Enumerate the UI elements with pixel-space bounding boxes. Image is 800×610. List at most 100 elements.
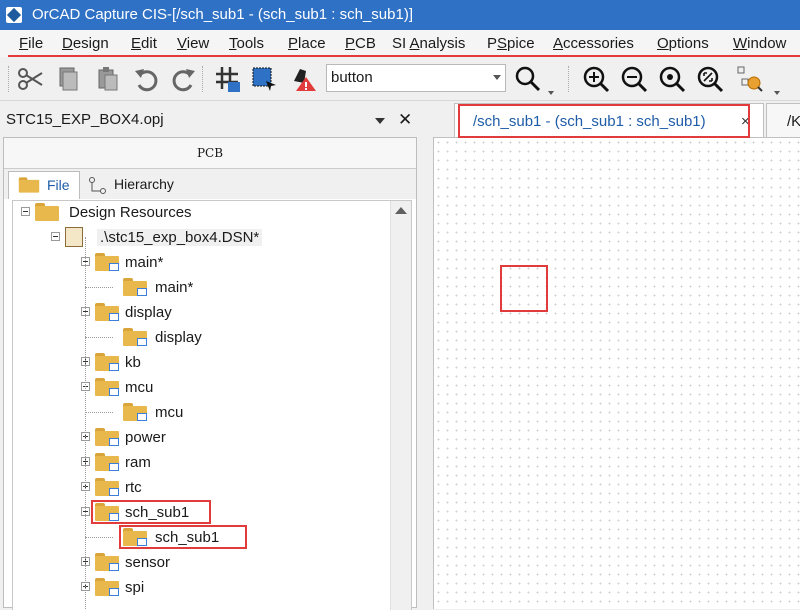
tree-node-label: mcu bbox=[155, 404, 184, 421]
pane-menu-icon[interactable] bbox=[375, 118, 385, 124]
search-icon[interactable] bbox=[512, 64, 544, 94]
area-select-icon[interactable] bbox=[248, 64, 280, 94]
toolbar-separator bbox=[202, 66, 205, 92]
toolbar-grip[interactable] bbox=[568, 66, 571, 92]
folder-icon bbox=[123, 403, 147, 421]
tree-node[interactable]: main* bbox=[13, 251, 389, 273]
chevron-down-icon[interactable] bbox=[548, 91, 554, 95]
folder-icon bbox=[18, 177, 40, 193]
menu-edit[interactable]: Edit bbox=[131, 35, 157, 52]
project-manager-pane: STC15_EXP_BOX4.opj ✕ PCB File Hierarchy … bbox=[0, 101, 420, 610]
schematic-canvas[interactable] bbox=[433, 137, 800, 609]
zoom-in-icon[interactable] bbox=[580, 64, 612, 94]
undo-icon[interactable] bbox=[130, 64, 162, 94]
dropdown-arrow-icon[interactable] bbox=[493, 75, 501, 80]
orcad-app-icon[interactable] bbox=[6, 7, 22, 23]
menu-tools[interactable]: Tools bbox=[229, 35, 264, 52]
redo-icon[interactable] bbox=[168, 64, 200, 94]
menu-view[interactable]: View bbox=[177, 35, 209, 52]
menu-pspice[interactable]: PSpice bbox=[487, 35, 535, 52]
menu-place[interactable]: Place bbox=[288, 35, 326, 52]
tab-file-label: File bbox=[47, 177, 70, 193]
menu-bar-highlight bbox=[8, 55, 800, 57]
zoom-out-icon[interactable] bbox=[618, 64, 650, 94]
tree-node[interactable]: mcu bbox=[13, 401, 389, 423]
tree-node[interactable]: kb bbox=[13, 351, 389, 373]
tab-hierarchy-label: Hierarchy bbox=[114, 176, 174, 192]
folder-icon bbox=[95, 253, 119, 271]
tree-node[interactable]: sensor bbox=[13, 551, 389, 573]
chevron-down-icon[interactable] bbox=[774, 91, 780, 95]
folder-icon bbox=[123, 328, 147, 346]
tree-node[interactable]: ram bbox=[13, 451, 389, 473]
menu-pcb[interactable]: PCB bbox=[345, 35, 376, 52]
hierarchy-search-icon[interactable] bbox=[734, 64, 766, 94]
tab-k-label: /K bbox=[787, 113, 800, 130]
tab-file[interactable]: File bbox=[8, 171, 80, 199]
schematic-editor-pane: /sch_sub1 - (sch_sub1 : sch_sub1) × /K bbox=[421, 101, 800, 609]
folder-icon bbox=[95, 378, 119, 396]
pcb-header-label: PCB bbox=[196, 146, 224, 160]
project-file-name: STC15_EXP_BOX4.opj bbox=[6, 111, 164, 128]
tree-node-label: display bbox=[125, 304, 172, 321]
active-tab-highlight bbox=[458, 104, 750, 138]
folder-icon bbox=[95, 578, 119, 596]
zoom-area-icon[interactable] bbox=[656, 64, 688, 94]
cut-icon[interactable] bbox=[14, 64, 46, 94]
tree-node[interactable]: mcu bbox=[13, 376, 389, 398]
tree-node[interactable]: spi bbox=[13, 576, 389, 598]
zoom-all-icon[interactable] bbox=[694, 64, 726, 94]
tree-vertical-scrollbar[interactable] bbox=[390, 201, 411, 610]
menu-si-analysis[interactable]: SI Analysis bbox=[392, 35, 465, 52]
paste-icon[interactable] bbox=[92, 64, 124, 94]
copy-icon[interactable] bbox=[52, 64, 84, 94]
folder-icon bbox=[95, 303, 119, 321]
menu-file[interactable]: File bbox=[19, 35, 43, 52]
tree-node[interactable]: Design Resources bbox=[13, 201, 389, 223]
design-tree: Design Resources .\stc15_exp_box4.DSN*mai… bbox=[12, 200, 412, 610]
window-title: OrCAD Capture CIS-[/sch_sub1 - (sch_sub1… bbox=[32, 6, 413, 23]
collapse-icon[interactable] bbox=[21, 207, 30, 216]
tree-node-label: spi bbox=[125, 579, 145, 596]
tree-connector bbox=[85, 237, 87, 610]
tree-connector bbox=[85, 537, 113, 539]
toolbar-grip[interactable] bbox=[8, 66, 11, 92]
title-bar: OrCAD Capture CIS-[/sch_sub1 - (sch_sub1… bbox=[0, 0, 800, 30]
folder-icon bbox=[35, 203, 59, 221]
project-window: PCB File Hierarchy Design Resources .\stc… bbox=[3, 137, 417, 610]
tree-connector bbox=[85, 412, 113, 414]
menu-accessories[interactable]: Accessories bbox=[553, 35, 634, 52]
tree-node-label: rtc bbox=[125, 479, 142, 496]
tree-selection-highlight bbox=[91, 500, 211, 524]
tree-node[interactable]: .\stc15_exp_box4.DSN* bbox=[13, 226, 389, 248]
tree-node-label: display bbox=[155, 329, 202, 346]
tree-node-label: main* bbox=[125, 254, 164, 271]
tree-node-label: ram bbox=[125, 454, 151, 471]
menu-design[interactable]: Design bbox=[62, 35, 109, 52]
search-combo-box[interactable]: button bbox=[326, 64, 506, 92]
collapse-icon[interactable] bbox=[51, 232, 60, 241]
menu-options[interactable]: Options bbox=[657, 35, 709, 52]
tree-node-label: kb bbox=[125, 354, 141, 371]
design-file-icon bbox=[65, 227, 83, 247]
tree-connector bbox=[85, 337, 113, 339]
canvas-highlight-box bbox=[500, 265, 548, 312]
drc-icon[interactable] bbox=[288, 64, 320, 94]
tree-node[interactable]: rtc bbox=[13, 476, 389, 498]
tab-k[interactable]: /K bbox=[766, 103, 800, 138]
tree-node[interactable]: display bbox=[13, 301, 389, 323]
tab-hierarchy[interactable]: Hierarchy bbox=[82, 171, 192, 198]
folder-icon bbox=[95, 553, 119, 571]
grid-snap-icon[interactable] bbox=[212, 64, 244, 94]
menu-window[interactable]: Window bbox=[733, 35, 786, 52]
search-combo-value: button bbox=[331, 69, 373, 86]
menu-bar: File Design Edit View Tools Place PCB SI Analys… bbox=[0, 30, 800, 57]
scroll-up-icon[interactable] bbox=[395, 207, 407, 214]
tree-node-label: main* bbox=[155, 279, 194, 296]
tree-node[interactable]: display bbox=[13, 326, 389, 348]
tree-node[interactable]: main* bbox=[13, 276, 389, 298]
folder-icon bbox=[95, 453, 119, 471]
tree-selection-highlight bbox=[119, 525, 247, 549]
tree-node[interactable]: power bbox=[13, 426, 389, 448]
pane-close-icon[interactable]: ✕ bbox=[398, 110, 412, 130]
